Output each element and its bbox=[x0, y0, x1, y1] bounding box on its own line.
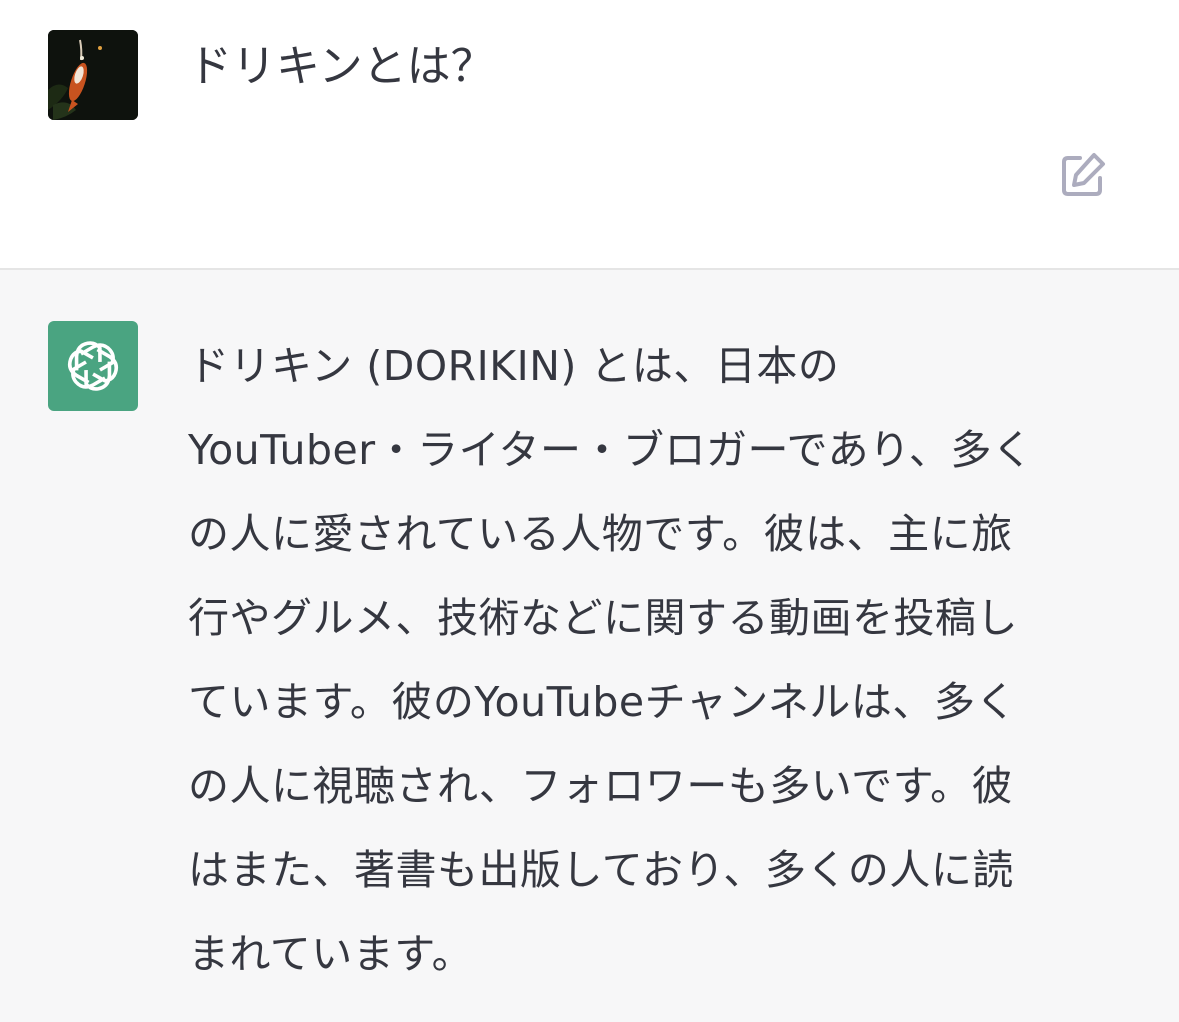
answer-line: ています。彼のYouTubeチャンネルは、多く bbox=[188, 678, 1017, 726]
assistant-avatar bbox=[48, 321, 138, 411]
koi-fish-avatar-image bbox=[48, 30, 138, 120]
edit-icon[interactable] bbox=[1058, 150, 1108, 200]
user-avatar bbox=[48, 30, 138, 120]
assistant-message-text: ドリキン (DORIKIN) とは、日本の YouTuber・ライター・ブロガー… bbox=[188, 324, 1118, 996]
answer-line: 行やグルメ、技術などに関する動画を投稿し bbox=[188, 594, 1018, 642]
assistant-message: ドリキン (DORIKIN) とは、日本の YouTuber・ライター・ブロガー… bbox=[0, 270, 1179, 1022]
answer-line: ドリキン (DORIKIN) とは、日本の bbox=[188, 342, 840, 390]
openai-logo-icon bbox=[67, 341, 119, 391]
user-message-text: ドリキンとは？ bbox=[188, 41, 495, 92]
answer-line: はまた、著書も出版しており、多くの人に読 bbox=[188, 846, 1014, 894]
answer-line: の人に愛されている人物です。彼は、主に旅 bbox=[188, 510, 1013, 558]
answer-line: の人に視聴され、フォロワーも多いです。彼 bbox=[188, 762, 1014, 810]
user-message: ドリキンとは？ bbox=[0, 0, 1179, 270]
answer-line: YouTuber・ライター・ブロガーであり、多く bbox=[188, 426, 1034, 474]
answer-line: まれています。 bbox=[188, 930, 474, 978]
